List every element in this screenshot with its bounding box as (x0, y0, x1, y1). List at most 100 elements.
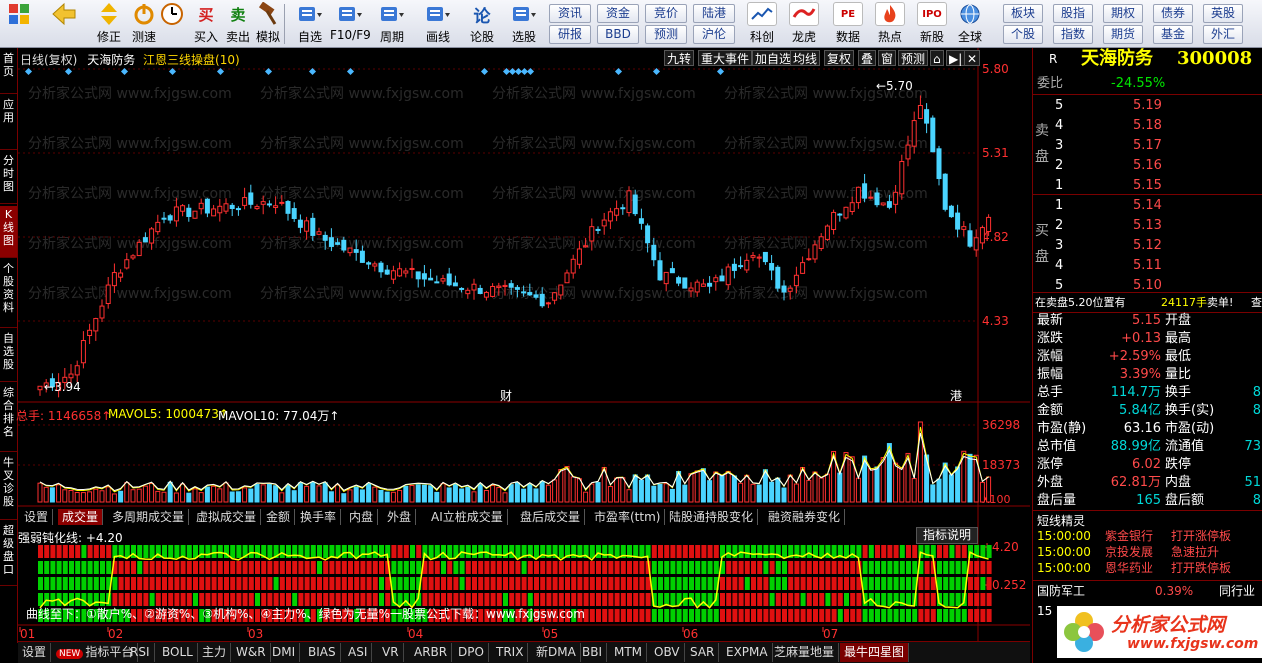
toolbar-market-button[interactable]: 基金 (1153, 25, 1193, 44)
toolbar-market-button[interactable]: 个股 (1003, 25, 1043, 44)
toolbar-quick-button[interactable]: BBD (597, 25, 639, 44)
leftnav-item[interactable]: 自选股 (0, 330, 17, 382)
event-marker[interactable]: 财 (500, 389, 512, 403)
order-notice[interactable]: 在卖盘5.20位置有 24117手 卖单! 查 (1033, 293, 1262, 313)
kchart-tool-button[interactable]: 重大事件 (698, 50, 753, 66)
bid-row[interactable]: 1 5.14 (1033, 196, 1262, 216)
kchart-tool-button[interactable]: 预测 (898, 50, 929, 66)
toolbar-market-button[interactable]: 板块 (1003, 4, 1043, 23)
toolbar-market-button[interactable]: 指数 (1053, 25, 1093, 44)
kchart-tool-button[interactable]: 复权 (824, 50, 855, 66)
indicator-tab[interactable]: 设置 (20, 509, 54, 525)
kchart-tool-button[interactable]: ⌂ (930, 50, 944, 66)
toolbar-quick-button[interactable]: 预测 (645, 25, 687, 44)
toolbar-quick-button[interactable]: 资讯 (549, 4, 591, 23)
toolbar-globe-icon-button[interactable]: 全球 (950, 2, 990, 45)
bottom-tab[interactable]: 设置 (18, 643, 52, 662)
ask-row[interactable]: 2 5.16 (1033, 156, 1262, 176)
indicator-tab[interactable]: 金额 (262, 509, 296, 525)
ask-row[interactable]: 1 5.15 (1033, 176, 1262, 196)
toolbar-hammer-icon-button[interactable]: 模拟 (252, 2, 284, 45)
bottom-tab[interactable]: BBI (578, 643, 608, 662)
bottom-tab[interactable]: ARBR (410, 643, 453, 662)
short-elf-item[interactable]: 15:00:00 紫金银行 打开涨停板 (1033, 528, 1262, 544)
kchart-tool-button[interactable]: ✕ (964, 50, 981, 66)
indicator-help-button[interactable]: 指标说明 (916, 527, 979, 544)
bottom-tab[interactable]: 主力 (198, 643, 232, 662)
indicator-tab[interactable]: 融资融券变化 (764, 509, 846, 525)
period-label[interactable]: 日线(复权) (20, 53, 77, 67)
toolbar-cycle-icon-button[interactable]: 周期 (372, 2, 412, 45)
leftnav-item[interactable]: 个股资料 (0, 260, 17, 328)
ask-row[interactable]: 4 5.18 (1033, 116, 1262, 136)
toolbar-clock-icon-button[interactable] (156, 2, 188, 26)
bottom-tab[interactable]: VR (378, 643, 404, 662)
toolbar-data-button[interactable]: PE 数据 (828, 2, 868, 45)
bottom-tab[interactable]: RSI (126, 643, 155, 662)
toolbar-magnifier-chart-icon-button[interactable]: 选股 (504, 2, 544, 45)
toolbar-chart-icon-button[interactable]: 科创 (742, 2, 782, 45)
toolbar-up-down-arrows-icon-button[interactable]: 修正 (93, 2, 125, 45)
indicator-tab[interactable]: 换手率 (296, 509, 342, 525)
indicator-tab[interactable]: 成交量 (58, 509, 104, 525)
toolbar-quick-button[interactable]: 陆港 (693, 4, 735, 23)
bottom-tab[interactable]: ASI (344, 643, 373, 662)
toolbar-market-button[interactable]: 期货 (1103, 25, 1143, 44)
toolbar-quick-button[interactable]: 沪伦 (693, 25, 735, 44)
bottom-tab[interactable]: SAR (686, 643, 720, 662)
indicator-name-label[interactable]: 江恩三线操盘(10) (143, 53, 240, 67)
short-elf-item[interactable]: 15:00:00 恩华药业 打开跌停板 (1033, 560, 1262, 576)
toolbar-quick-button[interactable]: 资金 (597, 4, 639, 23)
kchart-tool-button[interactable]: 九转 (664, 50, 695, 66)
indicator-tab[interactable]: 内盘 (345, 509, 379, 525)
bottom-tab[interactable]: DMI (268, 643, 301, 662)
toolbar-pencil-icon-button[interactable]: 画线 (418, 2, 458, 45)
toolbar-trade-button[interactable]: 卖卖出 (222, 2, 254, 45)
leftnav-item[interactable]: K线图 (0, 206, 17, 258)
bottom-tab[interactable]: 新DMA (532, 643, 581, 662)
bottom-tab[interactable]: W&R (232, 643, 271, 662)
short-elf-item[interactable]: 15:00:00 京投发展 急速拉升 (1033, 544, 1262, 560)
toolbar-quick-button[interactable]: 竞价 (645, 4, 687, 23)
kchart-tool-button[interactable]: 叠 (858, 50, 877, 66)
indicator-tab[interactable]: 多周期成交量 (108, 509, 190, 525)
toolbar-market-button[interactable]: 股指 (1053, 4, 1093, 23)
leftnav-item[interactable]: 综合排名 (0, 384, 17, 452)
leftnav-item[interactable]: 超级盘口 (0, 522, 17, 586)
industry-row[interactable]: 国防军工 0.39% 同行业 15 (1033, 581, 1262, 618)
bottom-tab[interactable]: OBV (650, 643, 685, 662)
toolbar-doc-icon-button[interactable]: F10/F9 (330, 2, 371, 42)
indicator-tab[interactable]: 陆股通持股变化 (665, 509, 759, 525)
toolbar-fire-icon-button[interactable]: 热点 (870, 2, 910, 45)
ask-row[interactable]: 3 5.17 (1033, 136, 1262, 156)
indicator-tab[interactable]: 市盈率(ttm) (590, 509, 666, 525)
bottom-tab[interactable]: EXPMA (722, 643, 773, 662)
kchart-tool-button[interactable]: 均线 (790, 50, 821, 66)
toolbar-trade-button[interactable]: 买买入 (190, 2, 222, 45)
bottom-tab[interactable]: 最牛四星图 (840, 643, 910, 662)
toolbar-windows-logo-icon-button[interactable] (3, 2, 35, 26)
toolbar-lungu-button[interactable]: 论论股 (462, 2, 502, 45)
kchart-tool-button[interactable]: 加自选 (752, 50, 795, 66)
toolbar-market-button[interactable]: 外汇 (1203, 25, 1243, 44)
bottom-tab[interactable]: BOLL (158, 643, 198, 662)
toolbar-data-button[interactable]: IPO 新股 (912, 2, 952, 45)
toolbar-dragon-icon-button[interactable]: 龙虎 (784, 2, 824, 45)
kchart-tool-button[interactable]: 窗 (878, 50, 897, 66)
toolbar-market-button[interactable]: 英股 (1203, 4, 1243, 23)
leftnav-item[interactable]: 应用 (0, 96, 17, 150)
toolbar-folder-icon-button[interactable]: 自选 (290, 2, 330, 45)
bid-row[interactable]: 4 5.11 (1033, 256, 1262, 276)
toolbar-market-button[interactable]: 期权 (1103, 4, 1143, 23)
ask-row[interactable]: 5 5.19 (1033, 96, 1262, 116)
indicator-tab[interactable]: 外盘 (383, 509, 417, 525)
kchart-tool-button[interactable]: ▶| (946, 50, 966, 66)
indicator-tab[interactable]: 盘后成交量 (516, 509, 586, 525)
bid-row[interactable]: 2 5.13 (1033, 216, 1262, 236)
indicator-tab[interactable]: 虚拟成交量 (192, 509, 262, 525)
leftnav-item[interactable]: 牛叉诊股 (0, 454, 17, 520)
bottom-tab[interactable]: BIAS (304, 643, 341, 662)
leftnav-item[interactable]: 分时图 (0, 152, 17, 204)
bottom-tab[interactable]: DPO (454, 643, 489, 662)
indicator-tab[interactable]: AI立桩成交量 (427, 509, 508, 525)
